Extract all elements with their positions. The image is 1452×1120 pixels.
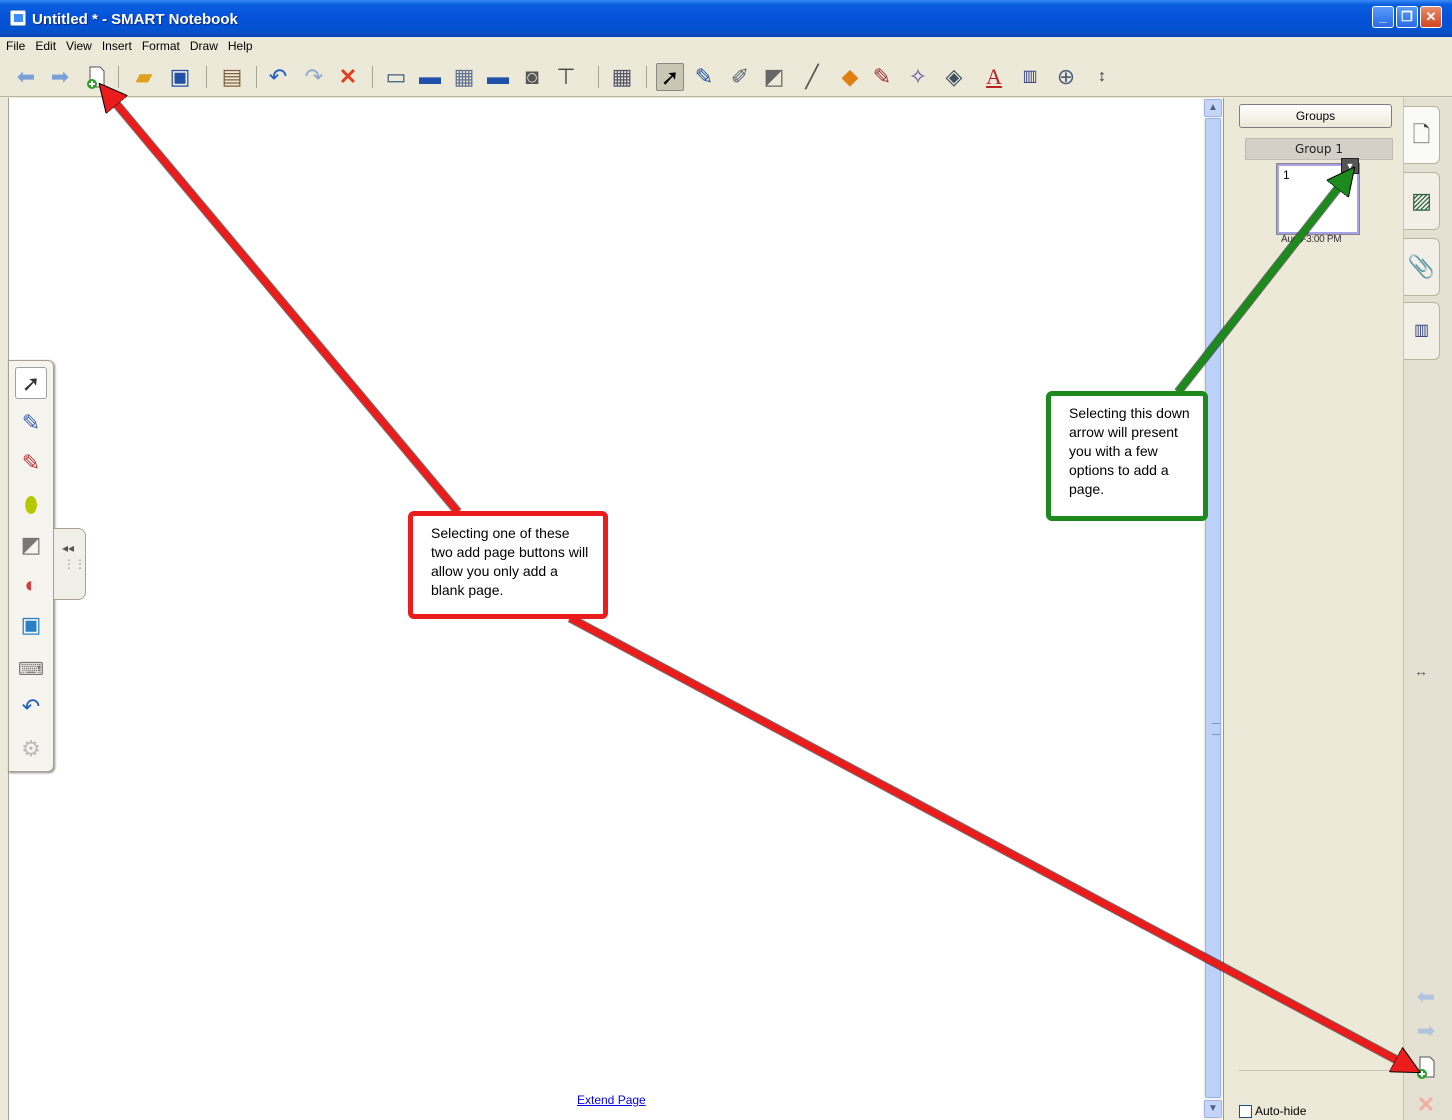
page-sorter-tab-icon[interactable]: 🗋 xyxy=(1404,106,1440,164)
page-number: 1 xyxy=(1283,168,1290,182)
gallery-tab-icon[interactable]: ▨ xyxy=(1404,172,1440,230)
page-time: Aug6-3:00 PM xyxy=(1281,234,1342,245)
groups-button[interactable]: Groups xyxy=(1239,104,1392,128)
scroll-thumb[interactable] xyxy=(1205,118,1221,1098)
menu-file[interactable]: File xyxy=(2,37,29,53)
title-bar: Untitled * - SMART Notebook _ ❐ ✕ xyxy=(0,0,1452,37)
autohide-checkbox[interactable] xyxy=(1239,1105,1252,1118)
menu-draw[interactable]: Draw xyxy=(186,37,222,53)
attachments-tab-icon[interactable]: 📎 xyxy=(1404,238,1440,296)
table-icon[interactable]: ▦ xyxy=(608,63,636,91)
float-collapse-tab[interactable]: ◂◂ ⋮⋮ xyxy=(54,528,86,600)
next-page-icon[interactable]: ➡ xyxy=(1411,1018,1441,1044)
float-red-pen-icon[interactable]: ✎ xyxy=(15,447,47,479)
float-eraser-icon[interactable]: ◩ xyxy=(15,529,47,561)
menu-help[interactable]: Help xyxy=(224,37,257,53)
group-header[interactable]: Group 1 xyxy=(1245,138,1393,160)
document-camera-icon[interactable]: ⊤ xyxy=(552,63,580,91)
page-thumbnail[interactable]: 1 xyxy=(1276,163,1360,235)
floating-tools: ➚ ✎ ✎ ⬮ ◩ ◐ ▣ ⌨ ↶ ⚙ xyxy=(8,360,54,772)
shape-icon[interactable]: ◆ xyxy=(836,63,864,91)
page-dropdown-arrow-icon[interactable]: ▼ xyxy=(1341,158,1359,174)
maximize-button[interactable]: ❐ xyxy=(1396,6,1418,28)
highlighter-icon[interactable]: ⬮ xyxy=(15,489,47,521)
app-icon xyxy=(10,10,26,26)
close-button[interactable]: ✕ xyxy=(1420,6,1442,28)
green-callout: Selecting this down arrow will present y… xyxy=(1046,391,1208,521)
settings-icon[interactable]: ⚙ xyxy=(15,733,47,765)
float-select-icon[interactable]: ➚ xyxy=(15,367,47,399)
magic-eraser-icon[interactable]: ◐ xyxy=(15,569,47,601)
creative-pen-icon[interactable]: ✐ xyxy=(726,63,754,91)
collapse-chevron-icon: ◂◂ xyxy=(62,541,75,555)
save-icon[interactable]: ▣ xyxy=(166,63,194,91)
delete-icon[interactable]: ✕ xyxy=(334,63,362,91)
screen-capture-icon[interactable]: ◙ xyxy=(518,63,546,91)
minimize-button[interactable]: _ xyxy=(1372,6,1394,28)
dual-page-icon[interactable]: ▬ xyxy=(484,63,512,91)
undo-icon[interactable]: ↶ xyxy=(264,63,292,91)
transparent-background-icon[interactable]: ▦ xyxy=(450,63,478,91)
autohide-option[interactable]: Auto-hide xyxy=(1239,1104,1306,1118)
properties-tab-icon[interactable]: ▥ xyxy=(1404,302,1440,360)
extend-page-link[interactable]: Extend Page xyxy=(577,1093,646,1107)
delete-page-icon[interactable]: ✕ xyxy=(1411,1092,1441,1118)
smart-notebook-window: Untitled * - SMART Notebook _ ❐ ✕ File Ed… xyxy=(0,0,1452,1120)
redo-icon[interactable]: ↷ xyxy=(300,63,328,91)
resize-arrow-icon[interactable]: ↔ xyxy=(1414,663,1428,679)
scroll-up-button[interactable]: ▲ xyxy=(1204,99,1222,117)
menu-bar: File Edit View Insert Format Draw Help xyxy=(0,37,1452,57)
forward-arrow-icon[interactable]: ➡ xyxy=(46,63,74,91)
float-pen-icon[interactable]: ✎ xyxy=(15,407,47,439)
page-sorter-panel: Groups Group 1 1 ▼ Aug6-3:00 PM Auto-hid… xyxy=(1229,98,1403,1120)
back-arrow-icon[interactable]: ⬅ xyxy=(12,63,40,91)
move-toolbar-icon[interactable]: ↕ xyxy=(1088,63,1116,91)
fill-color-icon[interactable]: ◈ xyxy=(940,63,968,91)
side-add-page-icon[interactable] xyxy=(1411,1054,1441,1080)
side-tab-strip: 🗋 ▨ 📎 ▥ ↔ ⬅ ➡ ✕ xyxy=(1403,98,1452,1120)
keyboard-icon[interactable]: ⌨ xyxy=(15,653,47,685)
autohide-label: Auto-hide xyxy=(1255,1104,1307,1118)
paste-icon[interactable]: ▤ xyxy=(218,63,246,91)
window-title: Untitled * - SMART Notebook xyxy=(32,11,238,28)
fill-icon[interactable]: ✎ xyxy=(868,63,896,91)
menu-format[interactable]: Format xyxy=(138,37,184,53)
panel-divider xyxy=(1239,1070,1399,1071)
scroll-grip xyxy=(1212,723,1220,735)
main-toolbar: ⬅ ➡ ▰ ▣ ▤ ↶ ↷ ✕ ▭ ▬ ▦ ▬ ◙ ⊤ ▦ ➚ ✎ ✐ ◩ ╱ … xyxy=(0,57,1452,97)
grip-dots-icon: ⋮⋮ xyxy=(63,557,86,571)
menu-view[interactable]: View xyxy=(62,37,96,53)
full-screen-icon[interactable]: ▬ xyxy=(416,63,444,91)
pen-icon[interactable]: ✎ xyxy=(690,63,718,91)
prev-page-icon[interactable]: ⬅ xyxy=(1411,984,1441,1010)
properties-icon[interactable]: ▥ xyxy=(1016,63,1044,91)
text-icon[interactable]: A xyxy=(980,63,1008,91)
notebook-icon[interactable]: ▣ xyxy=(15,609,47,641)
show-hide-screen-icon[interactable]: ▭ xyxy=(382,63,410,91)
measurement-icon[interactable]: ⊕ xyxy=(1052,63,1080,91)
menu-insert[interactable]: Insert xyxy=(98,37,136,53)
menu-edit[interactable]: Edit xyxy=(31,37,60,53)
red-callout: Selecting one of these two add page butt… xyxy=(408,511,608,619)
float-undo-icon[interactable]: ↶ xyxy=(15,691,47,723)
scroll-down-button[interactable]: ▼ xyxy=(1204,1100,1222,1118)
open-folder-icon[interactable]: ▰ xyxy=(130,63,158,91)
select-icon[interactable]: ➚ xyxy=(656,63,684,91)
magic-pen-icon[interactable]: ✧ xyxy=(904,63,932,91)
add-page-icon[interactable] xyxy=(82,63,110,91)
line-icon[interactable]: ╱ xyxy=(798,63,826,91)
eraser-icon[interactable]: ◩ xyxy=(760,63,788,91)
vertical-scrollbar[interactable]: ▲ ▼ xyxy=(1203,98,1223,1120)
